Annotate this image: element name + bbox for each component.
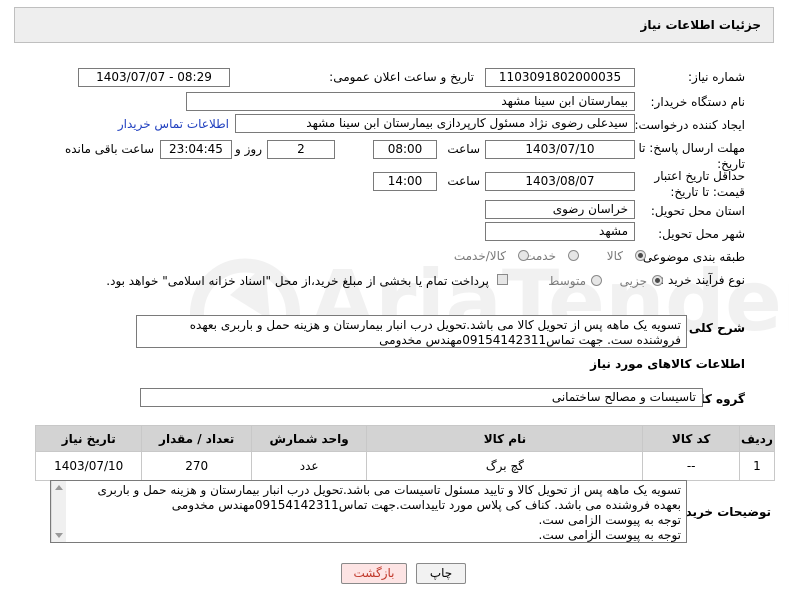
cell-row: 1 (738, 451, 776, 481)
validity-label: حداقل تاریخ اعتبار قیمت: تا تاریخ: (654, 169, 745, 199)
purchase-radio-medium[interactable] (591, 275, 602, 286)
category-radio-goods-service[interactable] (518, 250, 529, 261)
category-label: طبقه بندی موضوعی: (638, 250, 745, 264)
print-button[interactable]: چاپ (416, 563, 466, 584)
cell-name: گچ برگ (366, 451, 644, 481)
buyer-org-label: نام دستگاه خریدار: (650, 95, 746, 109)
buyer-org-field: بیمارستان ابن سینا مشهد (186, 92, 635, 111)
goods-group-field: تاسیسات و مصالح ساختمانی (140, 388, 703, 407)
buyer-notes-line: توجه به پیوست الزامی ست. (538, 513, 681, 527)
deadline-time-label: ساعت (447, 142, 480, 156)
province-label: استان محل تحویل: (650, 204, 745, 218)
buyer-notes-line: بعهده فروشنده می باشد. کناف کی پلاس مورد… (171, 498, 681, 512)
col-unit: واحد شمارش (250, 425, 368, 452)
category-radio-goods[interactable] (635, 250, 646, 261)
category-option-goods: کالا (606, 249, 623, 263)
buyer-notes-field[interactable]: تسویه یک ماهه پس از تحویل کالا و تایید م… (50, 480, 687, 543)
city-field: مشهد (485, 222, 635, 241)
validity-time-field: 14:00 (373, 172, 437, 191)
validity-date-field: 1403/08/07 (485, 172, 635, 191)
deadline-date-field: 1403/07/10 (485, 140, 635, 159)
purchase-option-medium: متوسط (548, 274, 586, 288)
need-number-label: شماره نیاز: (688, 70, 745, 84)
page-title: جزئیات اطلاعات نیاز (640, 18, 761, 32)
province-field: خراسان رضوی (485, 200, 635, 219)
remaining-time-label: ساعت باقی مانده (64, 142, 154, 156)
col-need-date: تاریخ نیاز (34, 425, 143, 452)
cell-code: -- (642, 451, 740, 481)
col-name: نام کالا (366, 425, 644, 452)
goods-section-title: اطلاعات کالاهای مورد نیاز (590, 357, 745, 371)
days-field: 2 (267, 140, 335, 159)
purchase-option-minor: جزیی (619, 274, 647, 288)
items-table-header: ردیف کد کالا نام کالا واحد شمارش تعداد /… (34, 425, 776, 452)
deadline-time-field: 08:00 (373, 140, 437, 159)
scroll-down-icon[interactable] (55, 533, 63, 538)
category-radio-service[interactable] (568, 250, 579, 261)
announce-datetime-label: تاریخ و ساعت اعلان عمومی: (329, 70, 474, 84)
page-header: جزئیات اطلاعات نیاز (14, 7, 774, 43)
col-row: ردیف (738, 425, 776, 452)
items-table: ردیف کد کالا نام کالا واحد شمارش تعداد /… (34, 425, 776, 481)
col-code: کد کالا (642, 425, 740, 452)
purchase-radio-minor[interactable] (652, 275, 663, 286)
requester-label: ایجاد کننده درخواست: (634, 118, 745, 132)
category-option-goods-service: کالا/خدمت (453, 249, 506, 263)
buyer-contact-link[interactable]: اطلاعات تماس خریدار (118, 117, 229, 131)
validity-time-label: ساعت (447, 174, 480, 188)
buyer-notes-line: توجه به پیوست الزامی ست. (538, 528, 681, 542)
announce-datetime-field: 1403/07/07 - 08:29 (78, 68, 230, 87)
col-quantity: تعداد / مقدار (141, 425, 252, 452)
buyer-notes-line: تسویه یک ماهه پس از تحویل کالا و تایید م… (97, 483, 681, 497)
buyer-notes-scrollbar[interactable] (51, 481, 66, 542)
cell-need-date: 1403/07/10 (34, 451, 143, 481)
city-label: شهر محل تحویل: (658, 227, 745, 241)
cell-quantity: 270 (141, 451, 252, 481)
remaining-time-field: 23:04:45 (160, 140, 232, 159)
table-row: 1 -- گچ برگ عدد 270 1403/07/10 (34, 451, 776, 481)
payment-note: پرداخت تمام یا بخشی از مبلغ خرید،از محل … (106, 274, 489, 288)
description-field[interactable]: تسویه یک ماهه پس از تحویل کالا می باشد.ت… (136, 315, 687, 348)
treasury-checkbox[interactable] (497, 274, 508, 285)
requester-field: سیدعلی رضوی نژاد مسئول کارپردازی بیمارست… (235, 114, 635, 133)
need-number-field: 1103091802000035 (485, 68, 635, 87)
back-button[interactable]: بازگشت (341, 563, 407, 584)
purchase-type-label: نوع فرآیند خرید : (660, 273, 745, 287)
scroll-up-icon[interactable] (55, 485, 63, 490)
cell-unit: عدد (250, 451, 368, 481)
days-label: روز و (235, 142, 262, 156)
